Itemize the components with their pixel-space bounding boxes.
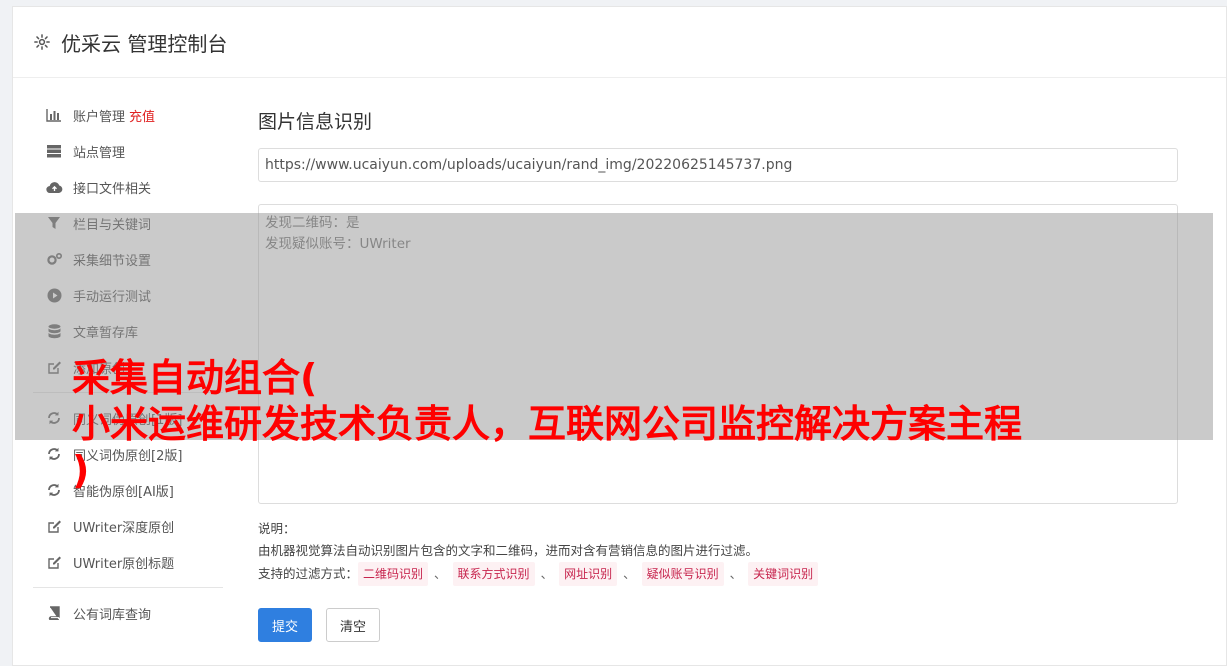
- console-header: 优采云 管理控制台: [13, 7, 1226, 78]
- filter-chip: 关键词识别: [748, 562, 819, 586]
- submit-button[interactable]: 提交: [258, 608, 312, 642]
- sidebar-item-uwriter-deep[interactable]: UWriter深度原创: [13, 508, 223, 544]
- edit-icon: [45, 517, 63, 535]
- sidebar-item-sites[interactable]: 站点管理: [13, 133, 223, 169]
- sidebar-divider: [33, 587, 223, 588]
- filter-chip: 二维码识别: [358, 562, 429, 586]
- cloud-upload-icon: [45, 178, 63, 196]
- filter-chip: 疑似账号识别: [641, 562, 724, 586]
- refresh-icon: [45, 445, 63, 463]
- sidebar-item-uwriter-title[interactable]: UWriter原创标题: [13, 544, 223, 580]
- filter-separator: 、: [540, 566, 554, 581]
- sidebar-item-label: UWriter原创标题: [73, 556, 175, 572]
- description: 说明： 由机器视觉算法自动识别图片包含的文字和二维码，进而对含有营销信息的图片进…: [258, 518, 1178, 586]
- sidebar-item-label: 接口文件相关: [73, 181, 152, 197]
- description-label: 说明：: [258, 521, 296, 536]
- clear-button[interactable]: 清空: [326, 608, 380, 642]
- overlay-line: 采集自动组合(: [72, 356, 318, 400]
- image-url-input[interactable]: https://www.ucaiyun.com/uploads/ucaiyun/…: [258, 148, 1178, 182]
- sidebar-item-public-lexicon[interactable]: 公有词库查询: [13, 595, 223, 631]
- sidebar-item-label: 站点管理: [73, 145, 126, 161]
- edit-icon: [45, 553, 63, 571]
- sidebar-item-label: UWriter深度原创: [73, 520, 175, 536]
- sidebar-item-interface-files[interactable]: 接口文件相关: [13, 169, 223, 205]
- sidebar-item-label: 公有词库查询: [73, 607, 152, 623]
- filter-methods: 支持的过滤方式： 二维码识别 、 联系方式识别 、 网址识别 、 疑似账号识别 …: [258, 562, 1178, 586]
- book-icon: [45, 604, 63, 622]
- filter-label: 支持的过滤方式：: [258, 566, 359, 581]
- action-buttons: 提交 清空: [258, 608, 1178, 642]
- console-title: 优采云 管理控制台: [61, 31, 228, 56]
- description-text: 由机器视觉算法自动识别图片包含的文字和二维码，进而对含有营销信息的图片进行过滤。: [258, 543, 759, 558]
- bar-chart-icon: [45, 106, 63, 124]
- gear-icon: [33, 33, 51, 51]
- sidebar-item-label: 账户管理: [73, 109, 126, 125]
- overlay-line: 小米运维研发技术负责人，互联网公司监控解决方案主程: [72, 402, 1023, 446]
- filter-chip: 联系方式识别: [452, 562, 535, 586]
- refresh-icon: [45, 481, 63, 499]
- recharge-link[interactable]: 充值: [129, 106, 155, 125]
- filter-separator: 、: [434, 566, 447, 581]
- filter-separator: 、: [729, 566, 743, 581]
- overlay-line: ): [72, 448, 90, 492]
- page-title: 图片信息识别: [258, 111, 373, 133]
- filter-chip: 网址识别: [559, 562, 618, 586]
- overlay-caption: 采集自动组合( 小米运维研发技术负责人，互联网公司监控解决方案主程 ): [72, 355, 1172, 493]
- server-icon: [45, 142, 63, 160]
- filter-separator: 、: [623, 566, 636, 581]
- sidebar-item-account[interactable]: 账户管理 充值: [13, 97, 223, 133]
